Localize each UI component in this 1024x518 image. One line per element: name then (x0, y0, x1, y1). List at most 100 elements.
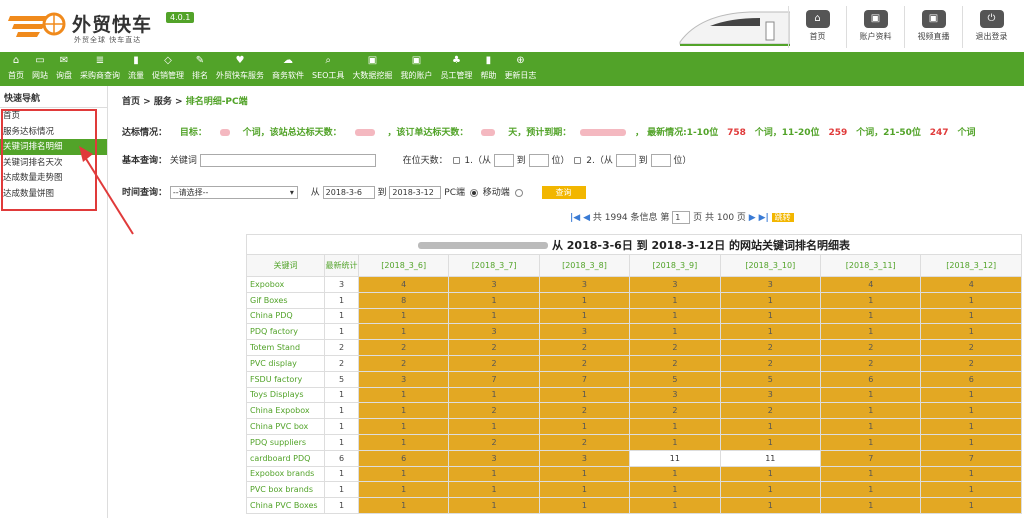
nav-item-help[interactable]: ▮ 帮助 (476, 52, 500, 86)
end-date-input[interactable]: 2018-3-12 (389, 186, 442, 199)
option1-to-input[interactable] (528, 154, 549, 167)
home-icon: ⌂ (12, 55, 20, 66)
nav-item-staff[interactable]: ♣ 员工管理 (436, 52, 476, 86)
next-page-icon[interactable]: ▶ (749, 213, 756, 223)
nav-item-home[interactable]: ⌂ 首页 (4, 52, 28, 86)
query-button[interactable]: 查询 (541, 186, 586, 199)
keyword-cell[interactable]: China PVC box (246, 418, 325, 435)
keyword-cell[interactable]: PVC box brands (246, 481, 325, 499)
rank-cell: 1 (448, 481, 540, 499)
logo[interactable]: 外贸快车 4.0.1 外贸全球 快车直达 (8, 6, 195, 44)
unit3: 个词 (957, 128, 976, 138)
rank-cell: 2 (920, 339, 1022, 356)
keyword-cell[interactable]: Gif Boxes (246, 291, 325, 309)
keyword-cell[interactable]: Totem Stand (246, 339, 325, 356)
pos2-label: 位） (673, 156, 692, 166)
keyword-cell[interactable]: Expobox brands (246, 465, 325, 483)
nav-item-account[interactable]: ▣ 我的账户 (396, 52, 436, 86)
rank-cell: 3 (538, 323, 631, 341)
rank-cell: 1 (820, 291, 922, 309)
nav-item-bigdata[interactable]: ▣ 大数据挖掘 (348, 52, 396, 86)
rank-cell: 7 (448, 370, 540, 388)
rank-cell: 1 (448, 307, 540, 325)
nav-item-traffic[interactable]: ▮ 流量 (124, 52, 148, 86)
keyword-cell[interactable]: Expobox (246, 276, 325, 293)
rank-cell: 1 (719, 465, 822, 483)
keyword-cell[interactable]: PVC display (246, 354, 325, 372)
col-header-date: [2018_3_11] (820, 254, 922, 277)
top-video-label: 视频直播 (917, 32, 950, 41)
keyword-cell[interactable]: China Expobox (246, 402, 325, 420)
rank-cell: 2 (357, 354, 450, 372)
start-date-input[interactable]: 2018-3-6 (322, 186, 375, 199)
rank-cell: 1 (820, 481, 922, 499)
nav-item-promotion[interactable]: ◇ 促销管理 (148, 52, 188, 86)
rank-cell: 1 (629, 307, 721, 325)
nav-item-ranking[interactable]: ✎ 排名 (188, 52, 212, 86)
nav-item-inquiry[interactable]: ✉ 询盘 (52, 52, 76, 86)
target-unit: 个词，该站总达标天数： (242, 128, 342, 138)
keyword-cell[interactable]: FSDU factory (246, 370, 325, 388)
option1-label: 1.（从 (464, 156, 492, 166)
latest-cell: 2 (324, 354, 359, 372)
option2-to-input[interactable] (650, 154, 671, 167)
top20-count: 259 (828, 128, 848, 138)
col-header-date: [2018_3_8] (538, 254, 631, 277)
top-video-button[interactable]: ▣ 视频直播 (904, 6, 962, 48)
to-label: 到 (638, 156, 648, 166)
keyword-cell[interactable]: PDQ factory (246, 323, 325, 341)
keyword-input[interactable] (199, 154, 376, 167)
rank-cell: 3 (448, 323, 540, 341)
rank-cell: 2 (719, 354, 822, 372)
latest-cell: 5 (324, 370, 359, 388)
mobile-radio[interactable] (514, 188, 523, 197)
rank-cell: 3 (448, 449, 540, 467)
briefcase-icon: ▣ (367, 55, 378, 66)
breadcrumb-service[interactable]: 服务 (154, 97, 172, 107)
nav-item-software[interactable]: ☁ 商务软件 (268, 52, 308, 86)
first-page-icon[interactable]: |◀ (570, 213, 580, 223)
option1-from-input[interactable] (493, 154, 514, 167)
nav-label: SEO工具 (312, 71, 345, 80)
breadcrumb-home[interactable]: 首页 (122, 97, 140, 107)
rank-cell: 3 (719, 386, 822, 404)
rank-cell: 1 (920, 386, 1022, 404)
keyword-cell[interactable]: PDQ suppliers (246, 433, 325, 451)
rank-cell: 1 (719, 497, 822, 514)
from-label: 从 (310, 188, 320, 198)
option2-from-input[interactable] (615, 154, 636, 167)
prev-page-icon[interactable]: ◀ (583, 213, 590, 223)
top-home-button[interactable]: ⌂ 首页 (788, 6, 846, 48)
basic-query-row: 基本查询： 关键词 在位天数： 1.（从 到 位） 2.（从 到 位） (122, 153, 691, 167)
page-input[interactable]: 1 (672, 211, 691, 224)
option2-checkbox[interactable] (574, 157, 582, 164)
nav-item-buyer-search[interactable]: ≣ 采购商查询 (76, 52, 124, 86)
go-button[interactable]: 跳转 (771, 213, 794, 222)
keyword-cell[interactable]: China PVC Boxes (246, 497, 325, 514)
keyword-cell[interactable]: China PDQ (246, 307, 325, 325)
rank-cell: 2 (538, 339, 631, 356)
nav-item-changelog[interactable]: ⊕ 更新日志 (500, 52, 540, 86)
nav-item-website[interactable]: ▭ 网站 (28, 52, 52, 86)
rank-cell: 1 (357, 386, 450, 404)
cloud-icon: ☁ (283, 55, 293, 66)
top-button-bar: ⌂ 首页 ▣ 账户资料 ▣ 视频直播 ⏻ 退出登录 (788, 6, 1020, 48)
nav-label: 询盘 (56, 71, 72, 80)
rank-cell: 2 (719, 339, 822, 356)
rank-cell: 1 (920, 307, 1022, 325)
briefcase-icon: ▣ (411, 55, 422, 66)
top-logout-button[interactable]: ⏻ 退出登录 (962, 6, 1020, 48)
last-page-icon[interactable]: ▶| (759, 213, 769, 223)
pc-radio[interactable] (469, 188, 478, 197)
latest-cell: 6 (324, 449, 359, 467)
list-icon: ≣ (95, 55, 105, 66)
period-select[interactable]: --请选择-- ▾ (169, 186, 298, 199)
nav-item-seo[interactable]: ⌕ SEO工具 (308, 52, 348, 86)
nav-item-service[interactable]: ♥ 外贸快车服务 (212, 52, 268, 86)
rank-cell: 2 (448, 339, 540, 356)
pos-label: 位） (551, 156, 570, 166)
top-account-button[interactable]: ▣ 账户资料 (846, 6, 904, 48)
keyword-cell[interactable]: Toys Displays (246, 386, 325, 404)
option1-checkbox[interactable] (452, 157, 460, 164)
keyword-cell[interactable]: cardboard PDQ (246, 449, 325, 467)
